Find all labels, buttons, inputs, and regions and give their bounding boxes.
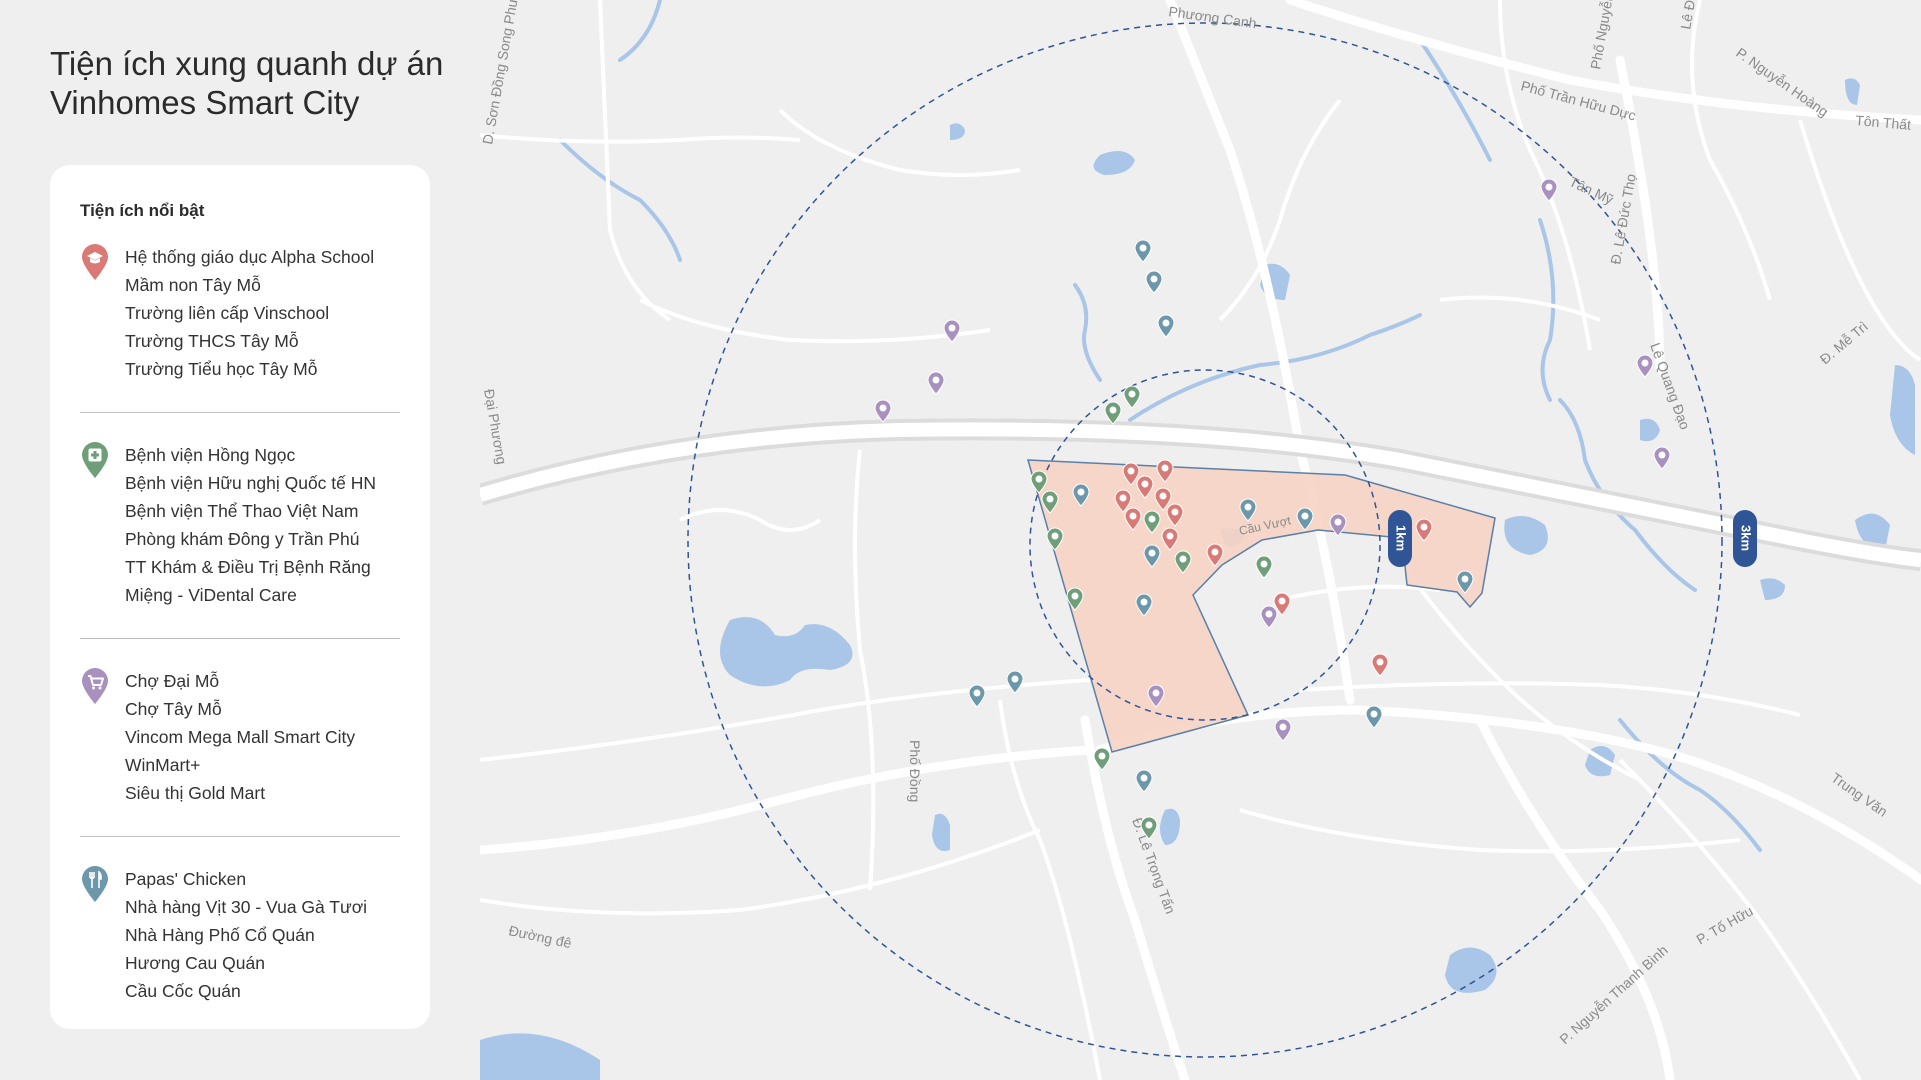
amenities-card: Tiện ích nổi bật Hệ thống giáo dục Alpha… <box>50 165 430 1029</box>
area-map[interactable]: 1km 3km Phương Canh Phố Nguyễn Lê Đức P.… <box>480 0 1921 1080</box>
list-item[interactable]: Papas' Chicken <box>125 865 367 893</box>
page-title: Tiện ích xung quanh dự án Vinhomes Smart… <box>50 44 470 122</box>
health-list: Bệnh viện Hồng Ngọc Bệnh viện Hữu nghị Q… <box>125 441 376 609</box>
list-item[interactable]: Siêu thị Gold Mart <box>125 779 355 807</box>
ring-label-1km: 1km <box>1388 510 1412 567</box>
list-item[interactable]: Miệng - ViDental Care <box>125 581 376 609</box>
list-item[interactable]: Cầu Cốc Quán <box>125 977 367 1005</box>
divider <box>80 638 400 639</box>
svg-text:1km: 1km <box>1394 525 1409 551</box>
svg-text:3km: 3km <box>1739 525 1754 551</box>
map-canvas[interactable]: 1km 3km Phương Canh Phố Nguyễn Lê Đức P.… <box>480 0 1921 1080</box>
list-item[interactable]: Nhà Hàng Phố Cổ Quán <box>125 921 367 949</box>
list-item[interactable]: Trường liên cấp Vinschool <box>125 299 374 327</box>
svg-text:Phố Đồng: Phố Đồng <box>907 740 923 802</box>
list-item[interactable]: Bệnh viện Hữu nghị Quốc tế HN <box>125 469 376 497</box>
shopping-list: Chợ Đại Mỗ Chợ Tây Mỗ Vincom Mega Mall S… <box>125 667 355 807</box>
list-item[interactable]: Chợ Tây Mỗ <box>125 695 355 723</box>
divider <box>80 836 400 837</box>
list-item[interactable]: Trường Tiểu học Tây Mỗ <box>125 355 374 383</box>
title-line-2: Vinhomes Smart City <box>50 84 360 121</box>
divider <box>80 412 400 413</box>
education-list: Hệ thống giáo dục Alpha School Mầm non T… <box>125 243 374 383</box>
health-group: Bệnh viện Hồng Ngọc Bệnh viện Hữu nghị Q… <box>80 441 400 609</box>
list-item[interactable]: Hương Cau Quán <box>125 949 367 977</box>
list-item[interactable]: Chợ Đại Mỗ <box>125 667 355 695</box>
list-item[interactable]: Bệnh viện Hồng Ngọc <box>125 441 376 469</box>
dining-list: Papas' Chicken Nhà hàng Vịt 30 - Vua Gà … <box>125 865 367 1005</box>
list-item[interactable]: Vincom Mega Mall Smart City <box>125 723 355 751</box>
info-sidebar: Tiện ích xung quanh dự án Vinhomes Smart… <box>0 0 480 1080</box>
list-item[interactable]: Mầm non Tây Mỗ <box>125 271 374 299</box>
list-item[interactable]: WinMart+ <box>125 751 355 779</box>
list-item[interactable]: Phòng khám Đông y Trần Phú <box>125 525 376 553</box>
title-line-1: Tiện ích xung quanh dự án <box>50 45 444 82</box>
list-item[interactable]: TT Khám & Điều Trị Bệnh Răng <box>125 553 376 581</box>
education-group: Hệ thống giáo dục Alpha School Mầm non T… <box>80 243 400 383</box>
list-item[interactable]: Bệnh viện Thể Thao Việt Nam <box>125 497 376 525</box>
restaurant-pin-icon <box>82 866 108 902</box>
hospital-pin-icon <box>82 442 108 478</box>
dining-group: Papas' Chicken Nhà hàng Vịt 30 - Vua Gà … <box>80 865 400 1005</box>
list-item[interactable]: Trường THCS Tây Mỗ <box>125 327 374 355</box>
ring-label-3km: 3km <box>1733 510 1757 567</box>
shopping-group: Chợ Đại Mỗ Chợ Tây Mỗ Vincom Mega Mall S… <box>80 667 400 807</box>
list-item[interactable]: Hệ thống giáo dục Alpha School <box>125 243 374 271</box>
list-item[interactable]: Nhà hàng Vịt 30 - Vua Gà Tươi <box>125 893 367 921</box>
card-heading: Tiện ích nổi bật <box>80 201 205 220</box>
shopping-cart-pin-icon <box>82 668 108 704</box>
education-pin-icon <box>82 244 108 280</box>
